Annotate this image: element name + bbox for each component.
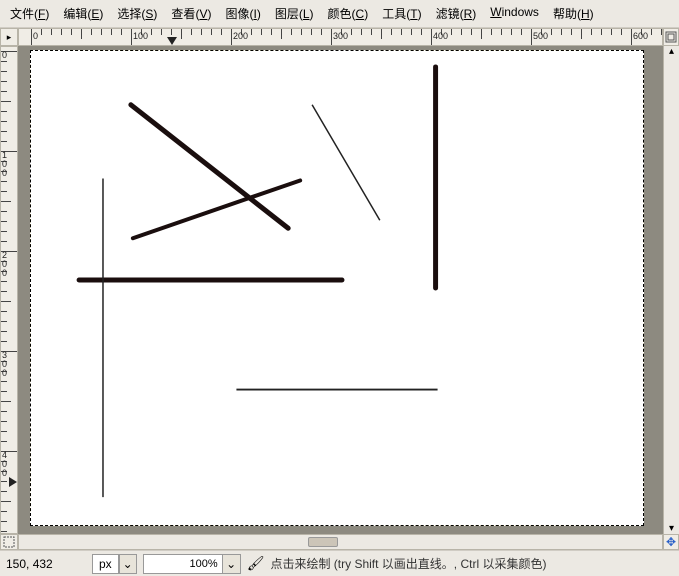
- menubar: 文件(F) 编辑(E) 选择(S) 查看(V) 图像(I) 图层(L) 颜色(C…: [0, 0, 679, 28]
- menu-image[interactable]: 图像(I): [219, 3, 266, 24]
- zoom-control[interactable]: ⌄: [143, 554, 241, 574]
- status-hint: 点击来绘制 (try Shift 以画出直线。, Ctrl 以采集颜色): [270, 555, 546, 572]
- canvas[interactable]: [30, 50, 644, 526]
- origin-icon: ▸: [7, 32, 12, 43]
- work-area: ▸ 0100200300400500600 0100200300400: [0, 28, 679, 550]
- zoom-dropdown[interactable]: ⌄: [223, 554, 241, 574]
- menu-colors[interactable]: 颜色(C): [322, 3, 375, 24]
- menu-tools[interactable]: 工具(T): [376, 3, 427, 24]
- menu-file[interactable]: 文件(F): [4, 3, 55, 24]
- ruler-origin[interactable]: ▸: [0, 28, 18, 46]
- quickmask-icon: [3, 536, 15, 548]
- unit-dropdown[interactable]: ⌄: [119, 554, 137, 574]
- scroll-down-icon: ▾: [669, 523, 674, 534]
- navigation-button[interactable]: ✥: [663, 534, 679, 550]
- zoom-input[interactable]: [143, 554, 223, 574]
- ruler-vertical[interactable]: 0100200300400: [0, 46, 18, 534]
- drawing-content: [31, 51, 643, 525]
- cursor-coordinates: 150, 432: [6, 557, 86, 571]
- quickmask-toggle[interactable]: [0, 534, 18, 550]
- chevron-down-icon: ⌄: [123, 557, 133, 571]
- canvas-viewport[interactable]: [18, 46, 663, 534]
- menu-windows[interactable]: Windows: [484, 3, 545, 24]
- menu-filters[interactable]: 滤镜(R): [430, 3, 483, 24]
- menu-select[interactable]: 选择(S): [111, 3, 163, 24]
- menu-edit[interactable]: 编辑(E): [57, 3, 109, 24]
- statusbar: 150, 432 px ⌄ ⌄ 🖌 点击来绘制 (try Shift 以画出直线…: [0, 550, 679, 576]
- nav-icon: ✥: [666, 535, 676, 549]
- paintbrush-icon: 🖌: [247, 555, 265, 572]
- zoom-fit-icon: [665, 31, 677, 43]
- scroll-up-icon: ▴: [669, 46, 674, 57]
- unit-select[interactable]: px ⌄: [92, 554, 137, 574]
- ruler-horizontal[interactable]: 0100200300400500600: [18, 28, 663, 46]
- ruler-h-marker: [167, 37, 177, 45]
- ruler-v-marker: [9, 477, 17, 487]
- vertical-scrollbar[interactable]: ▴ ▾: [663, 46, 679, 534]
- scrollbar-thumb[interactable]: [308, 537, 338, 547]
- horizontal-scrollbar[interactable]: [18, 534, 663, 550]
- zoom-fit-button[interactable]: [663, 28, 679, 46]
- menu-layer[interactable]: 图层(L): [269, 3, 320, 24]
- unit-value: px: [92, 554, 119, 574]
- menu-view[interactable]: 查看(V): [165, 3, 217, 24]
- menu-help[interactable]: 帮助(H): [547, 3, 600, 24]
- chevron-down-icon: ⌄: [226, 557, 236, 571]
